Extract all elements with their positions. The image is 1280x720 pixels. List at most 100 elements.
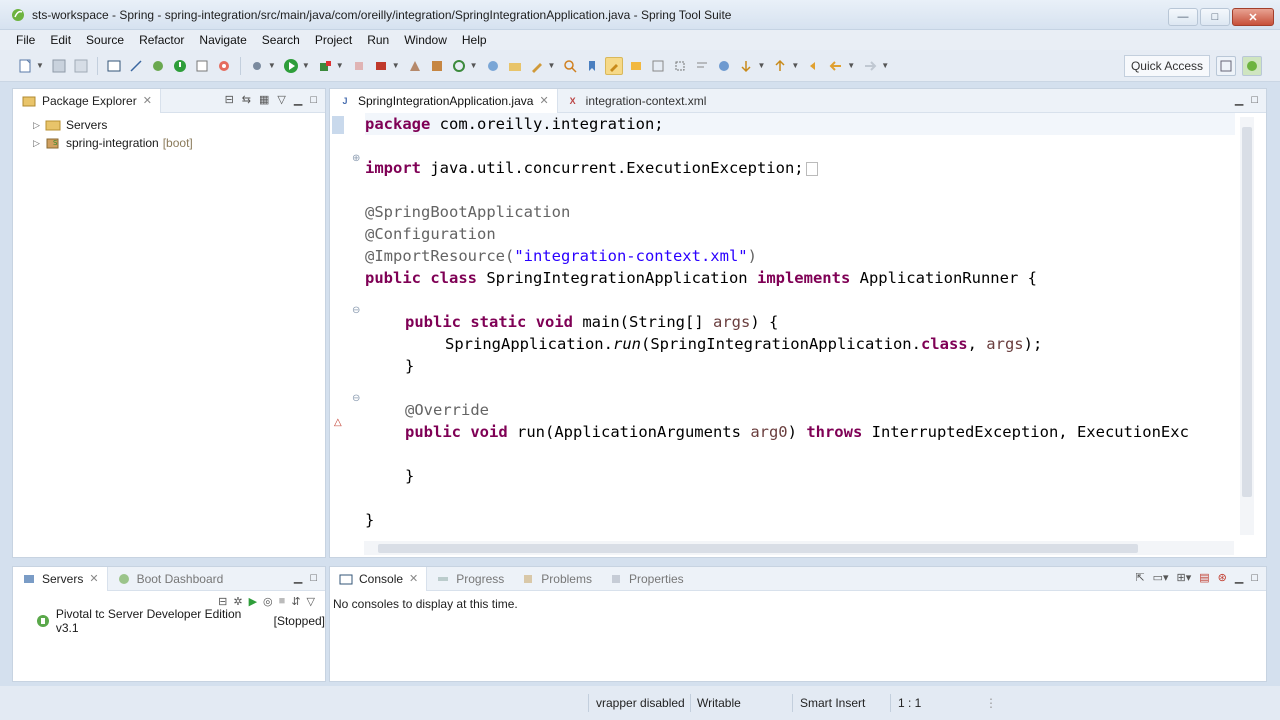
back-dropdown-icon[interactable]: ▼: [847, 61, 855, 70]
forward-dropdown-icon[interactable]: ▼: [881, 61, 889, 70]
menu-edit[interactable]: Edit: [44, 33, 77, 47]
menu-project[interactable]: Project: [309, 33, 358, 47]
word-wrap-icon[interactable]: [693, 57, 711, 75]
edit-icon[interactable]: [528, 57, 546, 75]
maximize-icon[interactable]: □: [1251, 94, 1258, 106]
show-whitespace-icon[interactable]: [649, 57, 667, 75]
tab-package-explorer[interactable]: Package Explorer ✕: [13, 88, 161, 113]
external-tools-dropdown-icon[interactable]: ▼: [336, 61, 344, 70]
minimize-button[interactable]: —: [1168, 8, 1198, 26]
minimize-icon[interactable]: ▁: [1235, 571, 1243, 584]
tree-item-spring-integration[interactable]: ▷ S spring-integration [boot]: [13, 134, 325, 152]
expand-icon[interactable]: ▷: [33, 120, 45, 131]
menu-run[interactable]: Run: [361, 33, 395, 47]
run-icon[interactable]: [282, 57, 300, 75]
spring-console-icon[interactable]: ⊛: [1218, 571, 1227, 584]
stop-server-icon[interactable]: ■: [279, 595, 286, 608]
spring-perspective-icon[interactable]: [1242, 56, 1262, 76]
quick-access-field[interactable]: Quick Access: [1123, 55, 1210, 77]
build-icon[interactable]: [149, 57, 167, 75]
close-button[interactable]: ✕: [1232, 8, 1274, 26]
publish-icon[interactable]: ⇵: [291, 595, 300, 608]
menu-refactor[interactable]: Refactor: [133, 33, 190, 47]
new-dropdown-icon[interactable]: ▼: [36, 61, 44, 70]
console-icon[interactable]: [193, 57, 211, 75]
forward-icon[interactable]: [861, 57, 879, 75]
open-perspective-icon[interactable]: [1216, 56, 1236, 76]
terminal-icon[interactable]: [105, 57, 123, 75]
scroll-thumb[interactable]: [1242, 127, 1252, 497]
edit-dropdown-icon[interactable]: ▼: [548, 61, 556, 70]
menu-file[interactable]: File: [10, 33, 41, 47]
tab-progress[interactable]: Progress: [427, 567, 512, 591]
menu-search[interactable]: Search: [256, 33, 306, 47]
skip-breakpoints-icon[interactable]: [127, 57, 145, 75]
next-annotation-icon[interactable]: [737, 57, 755, 75]
deploy-icon[interactable]: [372, 57, 390, 75]
debug-icon[interactable]: [248, 57, 266, 75]
open-console-icon[interactable]: ⊞▾: [1177, 571, 1192, 584]
refresh-dropdown-icon[interactable]: ▼: [470, 61, 478, 70]
server-item[interactable]: Pivotal tc Server Developer Edition v3.1…: [13, 607, 325, 635]
expand-fold-icon[interactable]: ⊕: [352, 153, 360, 164]
collapse-fold-icon[interactable]: ⊖: [352, 393, 360, 404]
annotation-next-icon[interactable]: [627, 57, 645, 75]
open-type-icon[interactable]: [484, 57, 502, 75]
minimize-icon[interactable]: ▁: [294, 571, 302, 584]
maximize-icon[interactable]: □: [1251, 572, 1258, 584]
previous-annotation-dropdown-icon[interactable]: ▼: [791, 61, 799, 70]
tab-properties[interactable]: Properties: [600, 567, 692, 591]
spring-boot-icon[interactable]: [171, 57, 189, 75]
menu-help[interactable]: Help: [456, 33, 493, 47]
block-select-icon[interactable]: [671, 57, 689, 75]
horizontal-scrollbar[interactable]: [364, 541, 1234, 555]
refresh-icon[interactable]: [450, 57, 468, 75]
maximize-icon[interactable]: □: [310, 572, 317, 584]
view-menu-icon[interactable]: ▽: [277, 93, 285, 106]
highlight-icon[interactable]: [605, 56, 624, 75]
view-menu-icon[interactable]: ▽: [307, 595, 315, 608]
tab-springintegrationapplication-java[interactable]: J SpringIntegrationApplication.java ✕: [330, 88, 558, 113]
deploy-dropdown-icon[interactable]: ▼: [392, 61, 400, 70]
back-icon[interactable]: [827, 57, 845, 75]
tab-console[interactable]: Console ✕: [330, 566, 428, 591]
menu-source[interactable]: Source: [80, 33, 130, 47]
tab-problems[interactable]: Problems: [512, 567, 600, 591]
stop-icon[interactable]: [350, 57, 368, 75]
menu-window[interactable]: Window: [398, 33, 453, 47]
link-with-editor-icon[interactable]: ⇆: [242, 93, 251, 106]
close-icon[interactable]: ✕: [539, 94, 548, 107]
save-all-icon[interactable]: [72, 57, 90, 75]
next-annotation-dropdown-icon[interactable]: ▼: [757, 61, 765, 70]
focus-icon[interactable]: ▦: [259, 93, 269, 106]
globe-icon[interactable]: [715, 57, 733, 75]
last-edit-location-icon[interactable]: [805, 57, 823, 75]
new-icon[interactable]: [16, 57, 34, 75]
code-area[interactable]: package com.oreilly.integration; ⊕ impor…: [330, 113, 1238, 533]
vertical-scrollbar[interactable]: [1240, 117, 1254, 535]
properties-console-icon[interactable]: ▤: [1199, 571, 1209, 584]
save-icon[interactable]: [50, 57, 68, 75]
tab-servers[interactable]: Servers ✕: [13, 566, 108, 591]
expand-icon[interactable]: ▷: [33, 138, 45, 149]
scroll-thumb[interactable]: [378, 544, 1138, 553]
collapse-fold-icon[interactable]: ⊖: [352, 305, 360, 316]
minimize-icon[interactable]: ▁: [1235, 93, 1243, 106]
tab-boot-dashboard[interactable]: Boot Dashboard: [108, 567, 232, 591]
menu-navigate[interactable]: Navigate: [193, 33, 252, 47]
pin-console-icon[interactable]: ⇱: [1135, 571, 1144, 584]
minimize-icon[interactable]: ▁: [294, 93, 302, 106]
close-icon[interactable]: ✕: [89, 572, 98, 585]
tab-integration-context-xml[interactable]: X integration-context.xml: [558, 89, 715, 113]
new-java-project-icon[interactable]: [406, 57, 424, 75]
collapse-all-icon[interactable]: ⊟: [225, 93, 234, 106]
debug-config-icon[interactable]: [215, 57, 233, 75]
tree-item-servers[interactable]: ▷ Servers: [13, 116, 325, 134]
previous-annotation-icon[interactable]: [771, 57, 789, 75]
external-tools-icon[interactable]: [316, 57, 334, 75]
close-icon[interactable]: ✕: [409, 572, 418, 585]
close-icon[interactable]: ✕: [143, 94, 152, 107]
maximize-button[interactable]: □: [1200, 8, 1230, 26]
display-console-icon[interactable]: ▭▾: [1153, 571, 1169, 584]
maximize-icon[interactable]: □: [310, 94, 317, 106]
